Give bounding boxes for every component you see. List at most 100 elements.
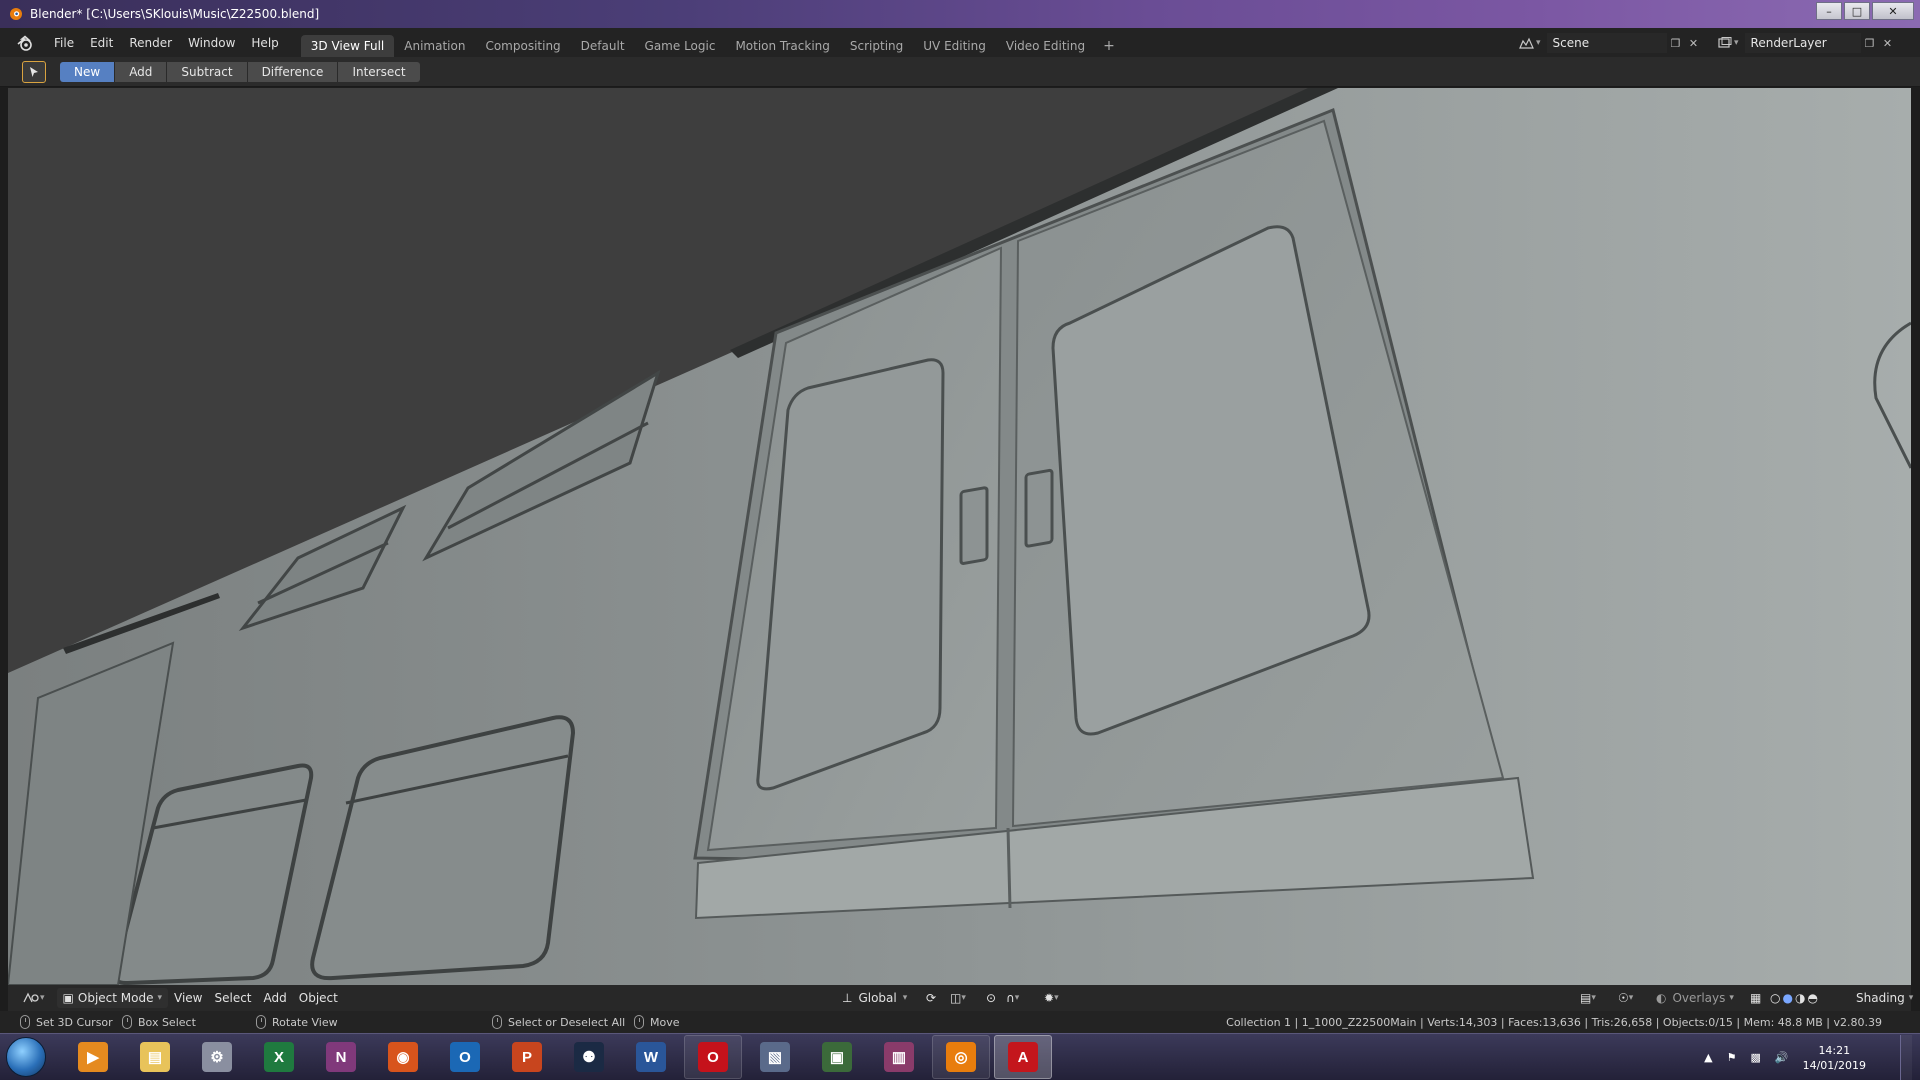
tab-3d-view-full[interactable]: 3D View Full (300, 35, 395, 57)
falloff-icon[interactable]: ∩ ▾ (1000, 988, 1025, 1008)
taskbar-app-outlook[interactable]: O (436, 1035, 494, 1079)
render-layer-dropdown-icon[interactable]: ▾ (1734, 38, 1739, 48)
render-layer-remove-icon[interactable]: ✕ (1879, 34, 1897, 52)
scene-selector: ▾ Scene ❐ ✕ (1518, 32, 1703, 54)
scene-name-field[interactable]: Scene (1546, 33, 1667, 53)
add-workspace-button[interactable]: + (1095, 35, 1123, 57)
web-app-icon: ◉ (388, 1042, 418, 1072)
taskbar-app-system-monitor[interactable]: ▣ (808, 1035, 866, 1079)
mode-difference-button[interactable]: Difference (247, 61, 339, 82)
system-monitor-icon: ▣ (822, 1042, 852, 1072)
selection-mode-group: New Add Subtract Difference Intersect (60, 61, 420, 82)
menu-add[interactable]: Add (258, 988, 293, 1008)
taskbar-app-settings[interactable]: ⚙ (188, 1035, 246, 1079)
tab-uv-editing[interactable]: UV Editing (913, 35, 996, 57)
taskbar-app-steam[interactable]: ⚉ (560, 1035, 618, 1079)
snap-icon[interactable]: ◫ ▾ (944, 988, 972, 1008)
taskbar-app-web-app[interactable]: ◉ (374, 1035, 432, 1079)
network-icon[interactable]: ▩ (1750, 1051, 1760, 1064)
viewport-render (8, 88, 1911, 985)
editor-type-icon[interactable]: ▾ (16, 988, 51, 1008)
excel-icon: X (264, 1042, 294, 1072)
taskbar-app-word[interactable]: W (622, 1035, 680, 1079)
taskbar-app-media-player[interactable]: ▶ (64, 1035, 122, 1079)
menu-object[interactable]: Object (293, 988, 344, 1008)
tab-animation[interactable]: Animation (394, 35, 475, 57)
rendered-shading-icon[interactable]: ◓ (1807, 991, 1817, 1005)
render-layer-name-field[interactable]: RenderLayer (1744, 33, 1861, 53)
workspace-tabs: 3D View Full Animation Compositing Defau… (300, 28, 1123, 57)
volume-icon[interactable]: 🔊 (1775, 1051, 1789, 1064)
object-mode-icon: ▣ (62, 991, 74, 1005)
blender-app-icon (8, 6, 24, 22)
mode-add-button[interactable]: Add (115, 61, 168, 82)
select-tool-icon[interactable] (22, 60, 46, 83)
taskbar-app-powerpoint[interactable]: P (498, 1035, 556, 1079)
taskbar-app-excel[interactable]: X (250, 1035, 308, 1079)
wireframe-shading-icon[interactable]: ○ (1770, 991, 1780, 1005)
render-layer-icon[interactable] (1716, 34, 1734, 52)
overlays-dropdown[interactable]: ◐ Overlays ▾ (1650, 988, 1740, 1008)
menu-select[interactable]: Select (208, 988, 257, 1008)
hint-move: Move (634, 1015, 680, 1029)
orientation-icon: ⊥ (842, 991, 853, 1005)
tab-video-editing[interactable]: Video Editing (996, 35, 1095, 57)
taskbar-app-file-explorer[interactable]: ▤ (126, 1035, 184, 1079)
mouse-left-icon (20, 1015, 30, 1029)
taskbar-clock[interactable]: 14:21 14/01/2019 (1803, 1043, 1866, 1073)
shading-dropdown[interactable]: Shading ▾ (1850, 988, 1919, 1008)
start-button[interactable] (6, 1037, 46, 1077)
menu-view[interactable]: View (168, 988, 208, 1008)
taskbar-apps: ▶ ▤ ⚙ X N ◉ O P ⚉ W O ▧ ▣ ▥ ◎ A (60, 1035, 1052, 1079)
minimize-button[interactable]: – (1816, 2, 1842, 20)
file-explorer-icon: ▤ (140, 1042, 170, 1072)
tab-motion-tracking[interactable]: Motion Tracking (725, 35, 839, 57)
mode-intersect-button[interactable]: Intersect (338, 61, 420, 82)
maximize-button[interactable]: □ (1844, 2, 1870, 20)
gizmo-icon[interactable]: ✹ ▾ (1038, 988, 1065, 1008)
taskbar-app-winrar[interactable]: ▥ (870, 1035, 928, 1079)
tray-expand-icon[interactable]: ▲ (1704, 1051, 1712, 1064)
tab-compositing[interactable]: Compositing (475, 35, 570, 57)
3d-viewport[interactable] (8, 88, 1911, 985)
solid-shading-icon[interactable]: ● (1782, 991, 1792, 1005)
menu-help[interactable]: Help (243, 33, 286, 53)
action-center-flag-icon[interactable]: ⚑ (1727, 1051, 1737, 1064)
object-mode-dropdown[interactable]: ▣ Object Mode ▾ (56, 988, 168, 1008)
tab-game-logic[interactable]: Game Logic (635, 35, 726, 57)
winrar-icon: ▥ (884, 1042, 914, 1072)
taskbar-app-image-editor[interactable]: ▧ (746, 1035, 804, 1079)
settings-icon: ⚙ (202, 1042, 232, 1072)
taskbar-app-onenote[interactable]: N (312, 1035, 370, 1079)
mode-new-button[interactable]: New (60, 61, 116, 82)
taskbar-app-opera[interactable]: O (684, 1035, 742, 1079)
transform-orientation-dropdown[interactable]: ⊥ Global ▾ (836, 988, 913, 1008)
render-layer-copy-icon[interactable]: ❐ (1861, 34, 1879, 52)
scene-remove-icon[interactable]: ✕ (1685, 34, 1703, 52)
blender-logo-icon[interactable] (14, 32, 36, 54)
material-shading-icon[interactable]: ◑ (1795, 991, 1805, 1005)
scene-copy-icon[interactable]: ❐ (1667, 34, 1685, 52)
chevron-down-icon: ▾ (902, 993, 908, 1003)
close-button[interactable]: ✕ (1872, 2, 1914, 20)
autodesk-icon: A (1008, 1042, 1038, 1072)
media-player-icon: ▶ (78, 1042, 108, 1072)
status-bar: Set 3D Cursor Box Select Rotate View Sel… (0, 1011, 1920, 1033)
show-desktop-button[interactable] (1900, 1034, 1912, 1080)
mode-subtract-button[interactable]: Subtract (167, 61, 248, 82)
scene-dropdown-icon[interactable]: ▾ (1536, 38, 1541, 48)
tab-scripting[interactable]: Scripting (840, 35, 913, 57)
hint-set-3d-cursor: Set 3D Cursor (20, 1015, 113, 1029)
tab-default[interactable]: Default (571, 35, 635, 57)
menu-window[interactable]: Window (180, 33, 243, 53)
pivot-point-icon[interactable]: ⟳ (920, 988, 942, 1008)
menu-render[interactable]: Render (121, 33, 180, 53)
scene-icon[interactable] (1518, 34, 1536, 52)
menu-edit[interactable]: Edit (82, 33, 121, 53)
menu-file[interactable]: File (46, 33, 82, 53)
proportional-edit-icon[interactable]: ⊙ (980, 988, 1002, 1008)
taskbar-app-autodesk[interactable]: A (994, 1035, 1052, 1079)
viewport-visibility-icon[interactable]: ▤ ▾ (1574, 988, 1602, 1008)
gizmos-toggle-icon[interactable]: ☉ ▾ (1612, 988, 1639, 1008)
taskbar-app-blender[interactable]: ◎ (932, 1035, 990, 1079)
